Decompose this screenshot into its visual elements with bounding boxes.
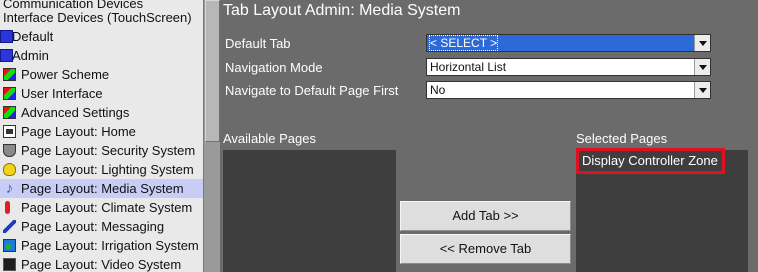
sprinkler-icon: [3, 239, 16, 252]
available-pages-list[interactable]: [223, 150, 396, 272]
tree-item-label: Page Layout: Lighting System: [21, 162, 194, 177]
navigation-mode-label: Navigation Mode: [225, 60, 323, 75]
tree-item-label: Page Layout: Video System: [21, 257, 182, 272]
add-tab-button[interactable]: Add Tab >>: [400, 201, 571, 231]
document-icon: [3, 125, 16, 138]
page-title: Tab Layout Admin: Media System: [223, 2, 461, 19]
chevron-down-icon[interactable]: [694, 35, 710, 51]
chevron-down-icon[interactable]: [694, 59, 710, 75]
navigate-default-label: Navigate to Default Page First: [225, 83, 399, 98]
default-tab-label: Default Tab: [225, 36, 291, 51]
tree-item-label: Page Layout: Home: [21, 124, 136, 139]
light-bulb-icon: [3, 163, 16, 176]
tree-item-label: Page Layout: Security System: [21, 143, 196, 158]
multi-color-icon: [3, 106, 16, 119]
navigation-mode-select[interactable]: Horizontal List: [426, 58, 711, 76]
navigation-mode-value: Horizontal List: [430, 60, 507, 74]
multi-color-icon: [3, 87, 16, 100]
tree-item-label: Advanced Settings: [21, 105, 130, 120]
navigation-tree: Communication Devices Interface Devices …: [0, 0, 203, 272]
tree-item-page-layout-media[interactable]: ♪ Page Layout: Media System: [0, 179, 203, 198]
tree-item-label: Page Layout: Irrigation System: [21, 238, 199, 253]
chevron-down-icon[interactable]: [694, 82, 710, 98]
tree-item-label: Page Layout: Media System: [21, 181, 184, 196]
tab-layout-panel: Tab Layout Admin: Media System Default T…: [220, 0, 758, 272]
tree-item-label: Admin: [12, 48, 49, 63]
tree-item-label: Page Layout: Messaging: [21, 219, 165, 234]
tree-item-label: Default: [12, 29, 54, 44]
navigate-default-value: No: [430, 83, 446, 97]
pen-icon: [3, 220, 16, 233]
selected-pages-label: Selected Pages: [576, 131, 668, 146]
thermometer-icon: [5, 201, 10, 214]
tree-scrollbar[interactable]: [203, 0, 220, 272]
music-note-icon: ♪: [5, 180, 14, 197]
tree-item-label: User Interface: [21, 86, 103, 101]
shield-icon: [3, 144, 16, 157]
remove-tab-button[interactable]: << Remove Tab: [400, 234, 571, 264]
default-tab-value: < SELECT >: [428, 35, 499, 51]
tree-item-label: Page Layout: Climate System: [21, 200, 193, 215]
multi-color-icon: [3, 68, 16, 81]
tree-item-label: Interface Devices (TouchScreen): [3, 10, 192, 25]
navigate-default-select[interactable]: No: [426, 81, 711, 99]
available-pages-label: Available Pages: [223, 131, 316, 146]
scrollbar-thumb[interactable]: [205, 0, 220, 142]
video-icon: [3, 258, 16, 271]
tree-item-label: Power Scheme: [21, 67, 110, 82]
selected-page-item[interactable]: Display Controller Zone: [576, 148, 725, 174]
default-tab-select[interactable]: < SELECT >: [426, 34, 711, 52]
